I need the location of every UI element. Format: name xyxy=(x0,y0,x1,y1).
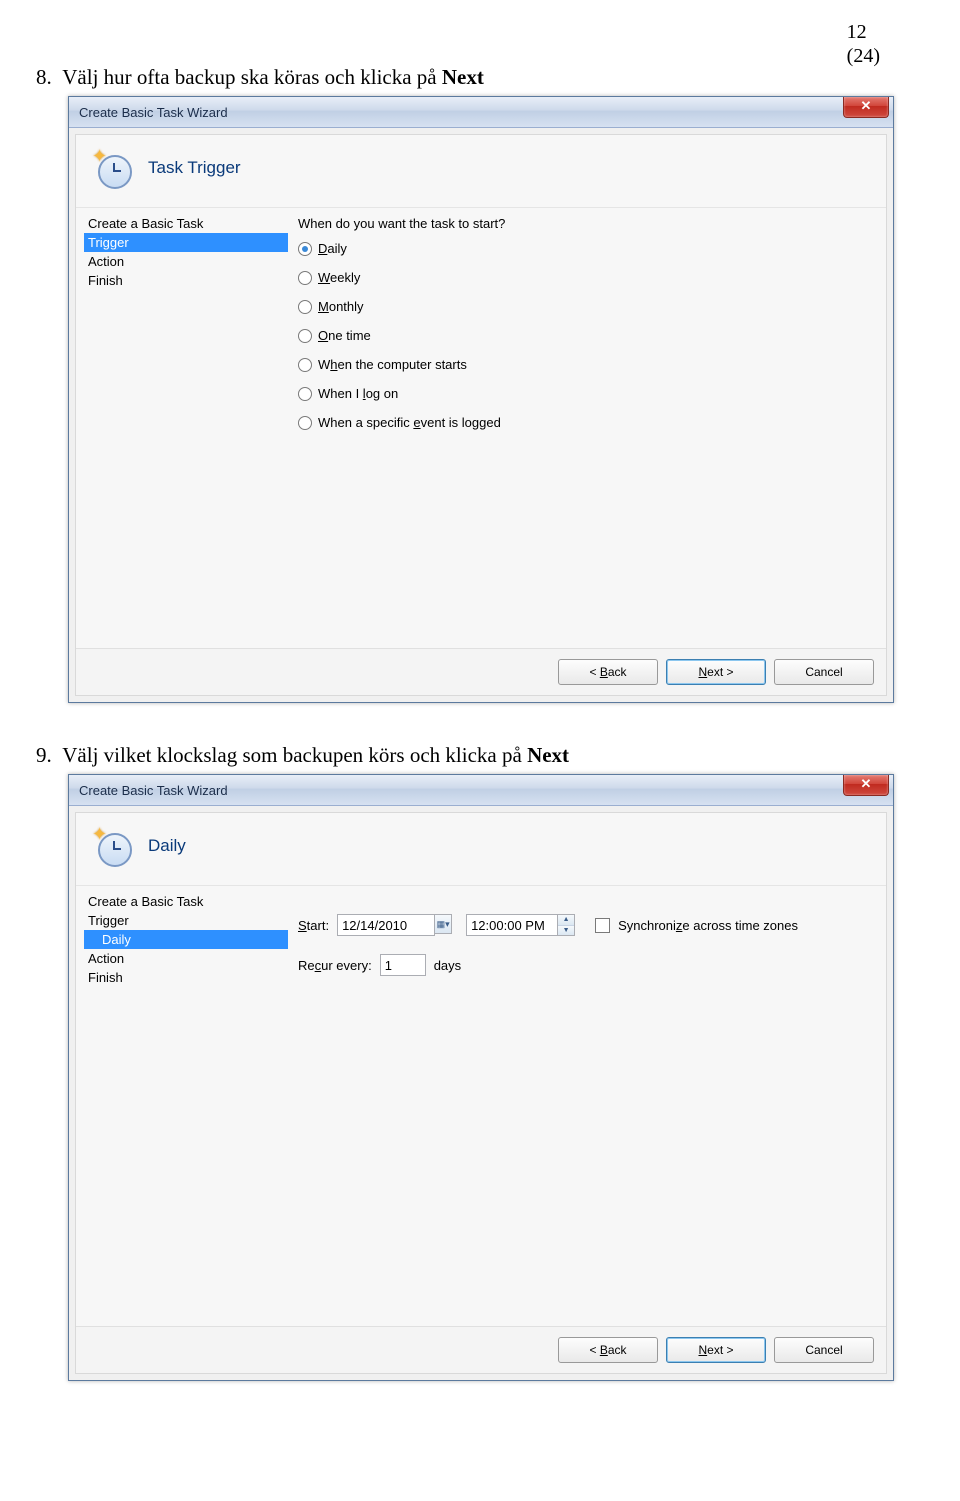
start-time-field[interactable]: 12:00:00 PM xyxy=(466,914,558,936)
wizard-clock-icon: ✦ xyxy=(94,827,132,865)
wizard-clock-icon: ✦ xyxy=(94,149,132,187)
radio-monthly[interactable]: Monthly xyxy=(298,299,876,314)
radio-label: When I log on xyxy=(318,386,398,401)
next-button[interactable]: Next > xyxy=(666,1337,766,1363)
trigger-prompt: When do you want the task to start? xyxy=(298,216,876,231)
window-title: Create Basic Task Wizard xyxy=(79,105,228,120)
titlebar[interactable]: Create Basic Task Wizard ✕ xyxy=(69,97,893,128)
recur-unit-label: days xyxy=(434,958,461,973)
wizard-sidebar: Create a Basic Task Trigger Action Finis… xyxy=(76,208,288,648)
sync-timezones-label: Synchronize across time zones xyxy=(618,918,798,933)
radio-weekly[interactable]: Weekly xyxy=(298,270,876,285)
sidebar-item-trigger[interactable]: Trigger xyxy=(84,911,288,930)
next-button[interactable]: Next > xyxy=(666,659,766,685)
radio-icon xyxy=(298,387,312,401)
chevron-down-icon: ▼ xyxy=(558,926,574,936)
radio-onetime[interactable]: One time xyxy=(298,328,876,343)
titlebar[interactable]: Create Basic Task Wizard ✕ xyxy=(69,775,893,806)
recur-value-field[interactable]: 1 xyxy=(380,954,426,976)
radio-label: When a specific event is logged xyxy=(318,415,501,430)
radio-label: Weekly xyxy=(318,270,360,285)
back-button[interactable]: < Back xyxy=(558,659,658,685)
page-number: 12 (24) xyxy=(847,20,880,68)
time-spinner[interactable]: ▲ ▼ xyxy=(558,914,575,936)
radio-logon[interactable]: When I log on xyxy=(298,386,876,401)
radio-icon xyxy=(298,300,312,314)
sidebar-item-finish[interactable]: Finish xyxy=(84,968,288,987)
radio-icon xyxy=(298,329,312,343)
wizard-sidebar: Create a Basic Task Trigger Daily Action… xyxy=(76,886,288,1326)
chevron-up-icon: ▲ xyxy=(558,915,574,926)
radio-icon xyxy=(298,358,312,372)
back-button[interactable]: < Back xyxy=(558,1337,658,1363)
dialog-daily: Create Basic Task Wizard ✕ ✦ Daily Creat… xyxy=(68,774,894,1381)
radio-computer-starts[interactable]: When the computer starts xyxy=(298,357,876,372)
radio-label: One time xyxy=(318,328,371,343)
date-picker-icon[interactable]: ▦▾ xyxy=(435,914,452,934)
start-label: Start: xyxy=(298,918,329,933)
radio-icon xyxy=(298,416,312,430)
radio-icon xyxy=(298,271,312,285)
dialog-task-trigger: Create Basic Task Wizard ✕ ✦ Task Trigge… xyxy=(68,96,894,703)
sidebar-item-action[interactable]: Action xyxy=(84,949,288,968)
wizard-step-title: Task Trigger xyxy=(148,158,241,178)
window-title: Create Basic Task Wizard xyxy=(79,783,228,798)
cancel-button[interactable]: Cancel xyxy=(774,659,874,685)
cancel-button[interactable]: Cancel xyxy=(774,1337,874,1363)
sidebar-item-create[interactable]: Create a Basic Task xyxy=(84,214,288,233)
start-date-field[interactable]: 12/14/2010 xyxy=(337,914,435,936)
sidebar-item-finish[interactable]: Finish xyxy=(84,271,288,290)
sidebar-item-action[interactable]: Action xyxy=(84,252,288,271)
close-icon[interactable]: ✕ xyxy=(843,775,889,796)
sidebar-item-daily[interactable]: Daily xyxy=(84,930,288,949)
calendar-chevron-icon: ▦▾ xyxy=(437,920,450,928)
radio-daily[interactable]: Daily xyxy=(298,241,876,256)
close-icon[interactable]: ✕ xyxy=(843,97,889,118)
radio-label: Monthly xyxy=(318,299,364,314)
sync-timezones-checkbox[interactable] xyxy=(595,918,610,933)
radio-icon xyxy=(298,242,312,256)
caption-step-9: 9. Välj vilket klockslag som backupen kö… xyxy=(36,743,910,768)
sidebar-item-create[interactable]: Create a Basic Task xyxy=(84,892,288,911)
radio-event[interactable]: When a specific event is logged xyxy=(298,415,876,430)
sidebar-item-trigger[interactable]: Trigger xyxy=(84,233,288,252)
caption-step-8: 8. Välj hur ofta backup ska köras och kl… xyxy=(36,65,910,90)
recur-label: Recur every: xyxy=(298,958,372,973)
wizard-step-title: Daily xyxy=(148,836,186,856)
radio-label: Daily xyxy=(318,241,347,256)
radio-label: When the computer starts xyxy=(318,357,467,372)
